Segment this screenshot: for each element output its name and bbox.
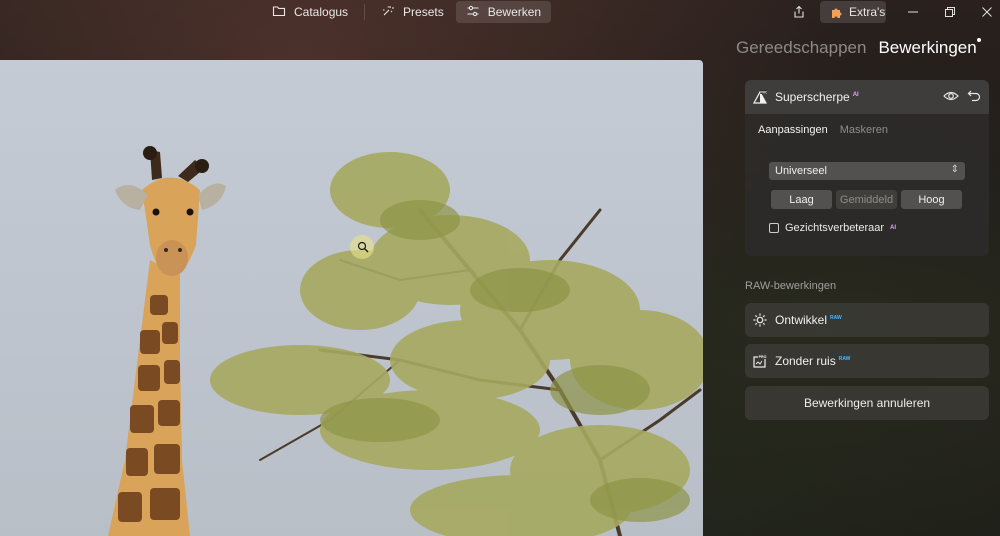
edits-indicator-dot <box>977 38 981 42</box>
raw-badge: RAW <box>838 356 851 362</box>
top-bar: Catalogus Presets Bewerken Extra's <box>0 0 1000 26</box>
giraffe <box>108 146 226 536</box>
tab-bewerkingen[interactable]: Bewerkingen <box>878 38 976 58</box>
face-enhancer-label: Gezichtsverbeteraar <box>785 222 885 234</box>
eye-icon[interactable] <box>943 89 959 103</box>
close-button[interactable] <box>975 2 999 22</box>
superscherpe-title-text: Superscherpe <box>775 90 850 104</box>
subtab-maskeren[interactable]: Maskeren <box>840 124 888 146</box>
nav-bewerken[interactable]: Bewerken <box>455 1 552 23</box>
cancel-edits-button[interactable]: Bewerkingen annuleren <box>745 386 989 420</box>
face-enhancer-checkbox[interactable] <box>769 223 779 233</box>
minimize-button[interactable] <box>901 2 925 22</box>
level-hoog-button[interactable]: Hoog <box>901 190 962 209</box>
raw-item-zonder-ruis[interactable]: PRO Zonder ruis RAW <box>745 344 989 378</box>
raw-item-ontwikkel[interactable]: Ontwikkel RAW <box>745 303 989 337</box>
share-button[interactable] <box>788 2 810 22</box>
nav-presets[interactable]: Presets <box>371 1 454 23</box>
extras-label: Extra's <box>849 5 886 19</box>
sun-icon <box>753 313 767 327</box>
superscherpe-header[interactable]: PRO Superscherpe AI <box>745 80 989 114</box>
folder-icon <box>272 4 286 21</box>
restore-button[interactable] <box>938 2 962 22</box>
zoom-cursor-icon <box>350 235 374 259</box>
nav-presets-label: Presets <box>403 5 444 19</box>
sharpen-pro-icon: PRO <box>753 90 767 104</box>
ai-badge: AI <box>852 92 859 98</box>
denoise-pro-icon: PRO <box>753 354 767 368</box>
subtab-aanpassingen[interactable]: Aanpassingen <box>758 124 828 146</box>
giraffe-photo <box>108 146 703 536</box>
svg-text:PRO: PRO <box>759 355 767 359</box>
ontwikkel-label-text: Ontwikkel <box>775 313 828 327</box>
close-icon <box>982 7 992 17</box>
tree-foliage <box>210 152 703 536</box>
mode-select[interactable]: Universeel ⇕ <box>769 162 965 180</box>
restore-icon <box>945 7 955 17</box>
share-icon <box>794 5 804 18</box>
minimize-icon <box>908 11 918 13</box>
sliders-icon <box>466 4 480 21</box>
extras-button[interactable]: Extra's <box>820 1 886 23</box>
face-enhancer-row[interactable]: Gezichtsverbeteraar AI <box>769 222 896 234</box>
zonder-ruis-label-text: Zonder ruis <box>775 354 836 368</box>
raw-badge: RAW <box>830 315 842 321</box>
level-gemiddeld-button[interactable]: Gemiddeld <box>836 190 897 209</box>
main-nav: Catalogus Presets Bewerken <box>262 1 552 23</box>
nav-divider <box>364 4 366 20</box>
superscherpe-card: PRO Superscherpe AI Aanpassingen Maskeren… <box>745 80 989 256</box>
nav-catalogus-label: Catalogus <box>294 5 349 19</box>
zonder-ruis-label: Zonder ruis RAW <box>775 354 850 368</box>
puzzle-icon <box>832 8 842 18</box>
panel-tabs: Gereedschappen Bewerkingen <box>736 38 977 58</box>
photo-canvas[interactable] <box>0 60 703 536</box>
nav-bewerken-label: Bewerken <box>487 5 542 19</box>
tab-gereedschappen[interactable]: Gereedschappen <box>736 38 866 58</box>
updown-chevron-icon: ⇕ <box>950 164 959 175</box>
level-laag-button[interactable]: Laag <box>771 190 832 209</box>
mode-select-value: Universeel <box>775 165 827 177</box>
raw-section-label: RAW-bewerkingen <box>745 280 837 292</box>
tool-subtabs: Aanpassingen Maskeren <box>745 114 989 146</box>
ontwikkel-label: Ontwikkel RAW <box>775 313 842 327</box>
sparkle-icon <box>381 4 395 21</box>
superscherpe-title: Superscherpe AI <box>775 90 859 104</box>
undo-icon[interactable] <box>967 88 981 102</box>
face-ai-badge: AI <box>890 225 897 231</box>
nav-catalogus[interactable]: Catalogus <box>262 1 358 23</box>
svg-text:PRO: PRO <box>760 90 767 94</box>
